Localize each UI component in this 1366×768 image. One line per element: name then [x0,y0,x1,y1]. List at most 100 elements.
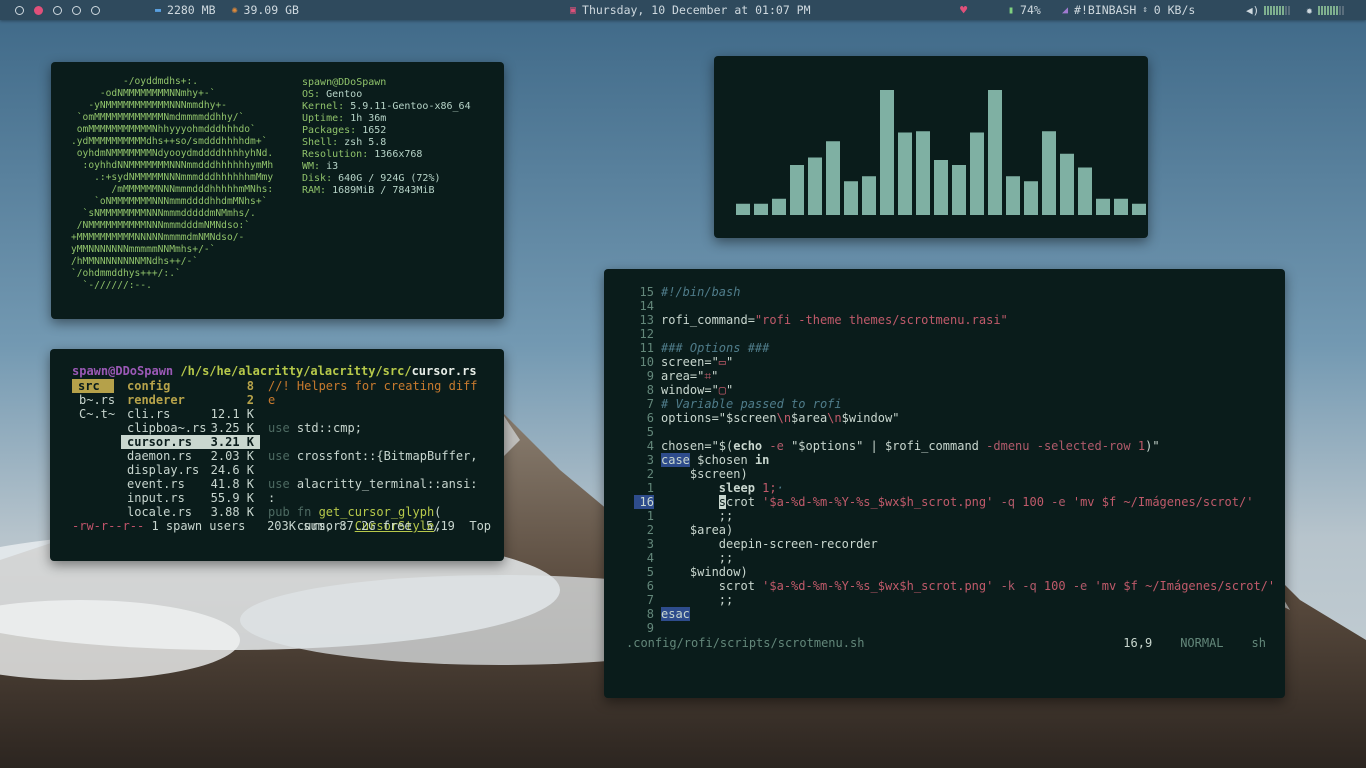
code-line[interactable]: 3 deepin-screen-recorder [630,537,1275,551]
preview-line [268,407,493,421]
spectrum-bar [1096,198,1110,215]
code-line[interactable]: 4 ;; [630,551,1275,565]
code-line[interactable]: 2 $screen) [630,467,1275,481]
spectrum-bar [898,132,912,215]
code-token: \n [776,411,792,425]
code-line[interactable]: 12 [630,327,1275,341]
file-entry[interactable]: locale.rs 3.88 K [121,505,260,519]
code-line[interactable]: 9 area=" ⌗ " [630,369,1275,383]
spectrum-bar [772,198,786,215]
code-line[interactable]: 5 [630,425,1275,439]
system-info: spawn@DDoSpawn OS: Gentoo Kernel: 5.9.11-… [302,77,471,197]
code-token: s [718,495,727,509]
info-value: 5.9.11-Gentoo-x86_64 [350,101,471,112]
info-key: WM: [302,161,321,172]
vim-editor[interactable]: 15 #!/bin/bash 14 13 rofi_command= "rofi -the… [604,269,1285,698]
line-number: 3 [646,537,654,551]
code-line[interactable]: 7 # Variable passed to rofi [630,397,1275,411]
code-line[interactable]: 1 sleep 1; · [630,481,1275,495]
line-number: 1 [646,509,654,523]
parent-entry[interactable]: C~.t~ [72,407,117,421]
code-buffer[interactable]: 15 #!/bin/bash 14 13 rofi_command= "rofi -the… [630,285,1275,635]
preview-column: //! Helpers for creating diff e use std::c… [268,379,493,533]
file-entry[interactable]: display.rs 24.6 K [121,463,260,477]
spectrum-bar [736,203,750,215]
info-value: 1366x768 [374,149,423,160]
workspace-4-indicator[interactable] [72,5,81,15]
network-name[interactable]: #!BINBASH [1074,3,1136,17]
code-line[interactable]: 2 $area) [630,523,1275,537]
parent-entry[interactable]: src [72,379,117,393]
file-entry[interactable]: input.rs 55.9 K [121,491,260,505]
file-entry[interactable]: config 8 [121,379,260,393]
code-line[interactable]: 13 rofi_command= "rofi -theme themes/scrot… [630,313,1275,327]
parent-entry[interactable]: b~.rs [72,393,117,407]
file-entry[interactable]: event.rs 41.8 K [121,477,260,491]
gentoo-ascii-logo: -/oyddmdhs+:. -odNMMMMMMMMNNmhy+-` -yNMM… [71,76,273,292]
line-number: 1 [646,481,654,495]
file-entry[interactable]: clipboa~.rs 3.25 K [121,421,260,435]
code-token: ▭ [718,355,727,369]
clock[interactable]: Thursday, 10 December at 01:07 PM [582,3,810,17]
info-row: Shell: zsh 5.8 [302,137,471,149]
spectrum-bar [1078,167,1092,215]
code-line[interactable]: 3 case $chosen in [630,453,1275,467]
ranger-file-manager[interactable]: spawn@DDoSpawn /h/s/he/alacritty/alacrit… [50,349,504,561]
info-row: OS: Gentoo [302,89,471,101]
code-token: '$a-%d-%m-%Y-%s_$wx$h_scrot.png' [762,579,994,593]
spectrum-bar [862,176,876,215]
file-name: event.rs [127,477,185,491]
code-line[interactable]: 9 [630,621,1275,635]
brightness-level-bars[interactable] [1317,5,1344,15]
code-line[interactable]: 6 options="$screen \n $area \n $window" [630,411,1275,425]
vim-mode: NORMAL [1180,636,1224,650]
code-line[interactable]: 5 $window) [630,565,1275,579]
preview-token: alacritty_terminal::ansi: [296,477,478,491]
workspace-1-indicator[interactable] [15,5,24,15]
audio-visualizer-terminal[interactable] [714,56,1148,238]
file-entry[interactable]: daemon.rs 2.03 K [121,449,260,463]
workspace-2-indicator[interactable] [34,5,43,15]
spectrum-bar [970,132,984,215]
line-number: 6 [646,411,654,425]
logo-line: .ydMMMMMMMMMMdhs++so/smdddhhhhdm+` [71,136,268,147]
selected-file-entry[interactable]: cursor.rs 3.21 K [121,435,260,449]
preview-line: //! Helpers for creating diff [268,379,493,393]
spectrum-bar [754,203,768,215]
code-line[interactable]: 10 screen=" ▭ " [630,355,1275,369]
volume-icon[interactable]: ◀) [1246,4,1259,17]
code-line[interactable]: 7 ;; [630,593,1275,607]
file-entry[interactable]: renderer 2 [121,393,260,407]
code-token: echo [733,439,763,453]
logo-line: `/ohdmmddhys+++/:.` [71,268,181,279]
code-token: 100 [1022,495,1044,509]
workspace-3-indicator[interactable] [53,5,62,15]
file-size: 3.25 K [210,421,254,435]
line-number: 5 [646,425,654,439]
code-token: window=" [661,383,719,397]
volume-level-bars[interactable] [1264,5,1291,15]
current-code-line[interactable]: 16 s crot '$a-%d-%m-%Y-%s_$wx$h_scrot.png… [630,495,1275,509]
neofetch-terminal[interactable]: -/oyddmdhs+:. -odNMMMMMMMMNNmhy+-` -yNMM… [51,62,504,319]
info-row: Packages: 1652 [302,125,471,137]
logo-line: -odNMMMMMMMMNNmhy+-` [71,88,216,99]
code-line[interactable]: 15 #!/bin/bash [630,285,1275,299]
code-token: $window) [661,565,748,579]
spectrum-bar [790,165,804,215]
line-number: 9 [646,621,654,635]
code-line[interactable]: 8 esac [630,607,1275,621]
brightness-icon[interactable]: ✹ [1306,4,1313,17]
code-line[interactable]: 4 chosen="$(echo -e "$options" | $rofi_co… [630,439,1275,453]
code-line[interactable]: 1 ;; [630,509,1275,523]
code-token: $chosen [689,453,755,467]
info-row: WM: i3 [302,161,471,173]
code-line[interactable]: 11 ### Options ### [630,341,1275,355]
code-line[interactable]: 14 [630,299,1275,313]
file-entry[interactable]: cli.rs 12.1 K [121,407,260,421]
code-line[interactable]: 6 scrot '$a-%d-%m-%Y-%s_$wx$h_scrot.png'… [630,579,1275,593]
preview-line: use crossfont::{BitmapBuffer, [268,449,493,463]
code-token: ⌗ [704,369,712,383]
code-line[interactable]: 8 window=" ▢ " [630,383,1275,397]
spectrum-bar [1042,131,1056,215]
workspace-5-indicator[interactable] [91,5,100,15]
